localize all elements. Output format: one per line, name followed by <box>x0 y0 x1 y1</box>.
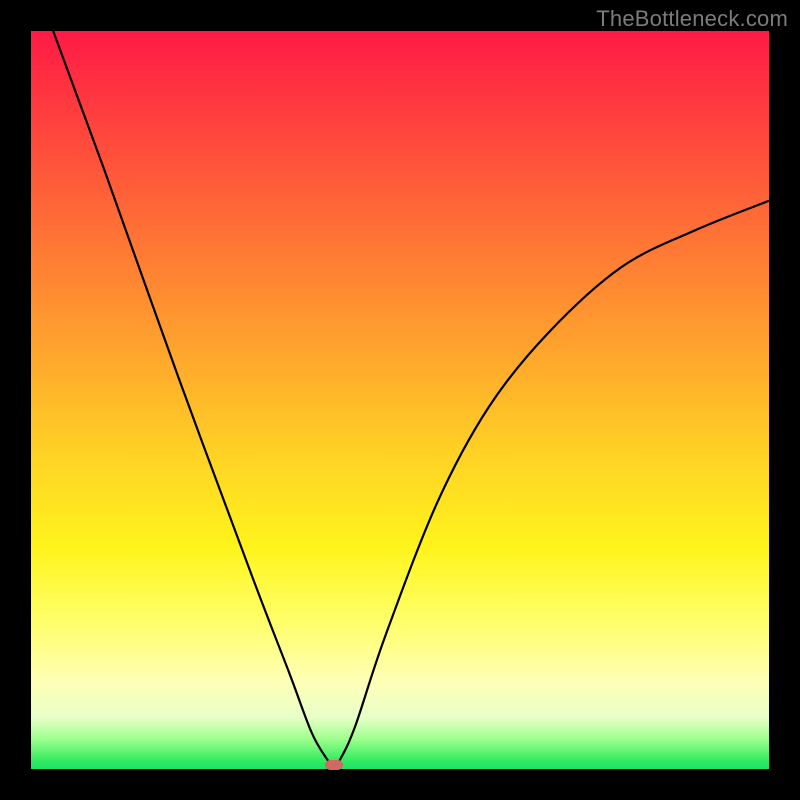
plot-area <box>31 31 769 769</box>
watermark-text: TheBottleneck.com <box>596 6 788 32</box>
chart-stage: TheBottleneck.com <box>0 0 800 800</box>
optimal-marker <box>325 760 343 770</box>
bottleneck-curve <box>31 31 769 769</box>
